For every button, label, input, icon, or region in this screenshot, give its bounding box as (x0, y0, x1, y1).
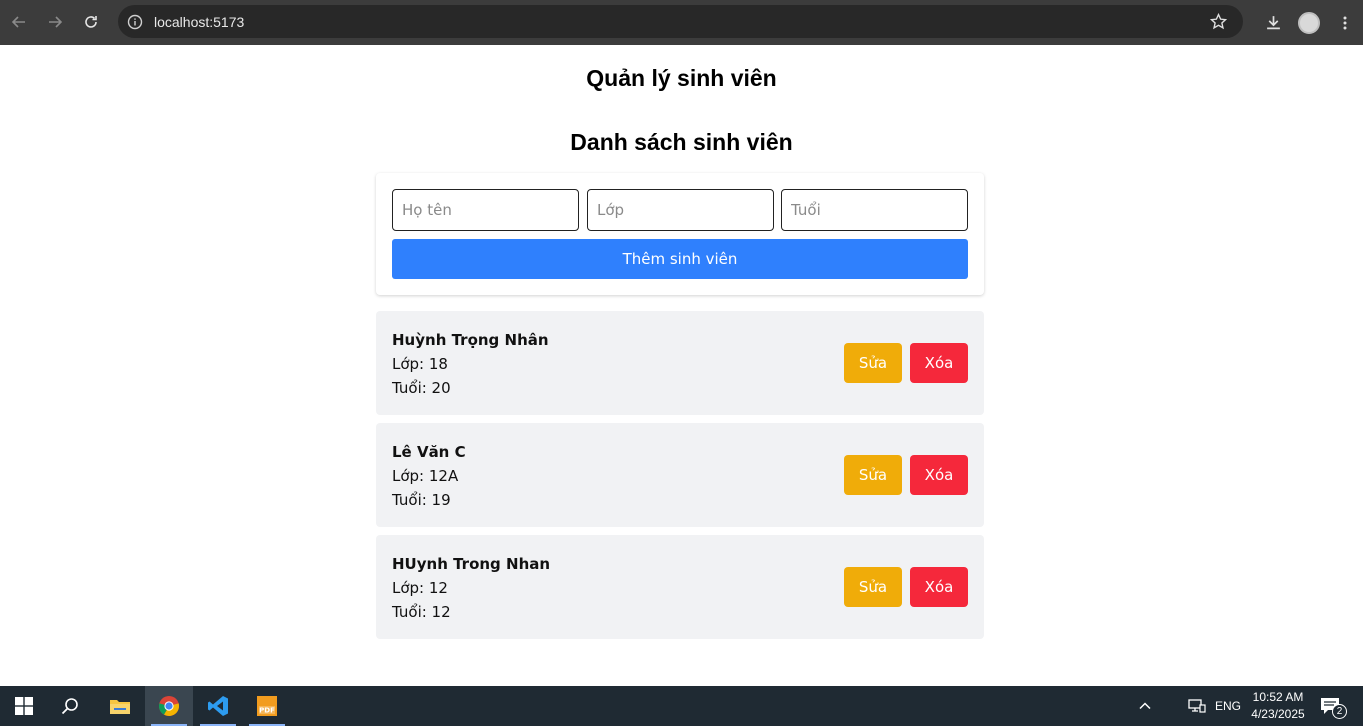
more-vertical-icon (1343, 16, 1347, 29)
edit-button[interactable]: Sửa (844, 567, 902, 607)
arrow-left-icon (11, 16, 25, 28)
pdf-app-taskbar-button[interactable]: PDF (243, 686, 291, 726)
avatar (1298, 11, 1320, 34)
bookmark-star-icon[interactable] (1210, 13, 1227, 30)
clock-time: 10:52 AM (1252, 690, 1304, 704)
site-info-icon[interactable] (127, 14, 143, 30)
chrome-icon (158, 696, 180, 717)
student-age: Tuổi: 20 (392, 379, 451, 397)
network-button[interactable] (1188, 686, 1206, 726)
student-class: Lớp: 18 (392, 355, 448, 373)
student-card: Lê Văn C Lớp: 12A Tuổi: 19 Sửa Xóa (376, 423, 984, 527)
student-age: Tuổi: 19 (392, 491, 451, 509)
toolbar-right (1255, 0, 1363, 45)
vscode-taskbar-button[interactable] (194, 686, 242, 726)
delete-button[interactable]: Xóa (910, 567, 968, 607)
download-icon (1266, 16, 1280, 30)
student-name: HUynh Trong Nhan (392, 555, 551, 573)
show-hidden-icons-button[interactable] (1138, 686, 1152, 726)
student-name: Huỳnh Trọng Nhân (392, 331, 549, 349)
start-button[interactable] (0, 686, 48, 726)
clock-date: 4/23/2025 (1251, 707, 1305, 721)
browser-toolbar: localhost:5173 (0, 0, 1363, 45)
notifications-button[interactable]: 2 (1320, 686, 1347, 726)
edit-button[interactable]: Sửa (844, 455, 902, 495)
student-card: Huỳnh Trọng Nhân Lớp: 18 Tuổi: 20 Sửa Xó… (376, 311, 984, 415)
back-button[interactable] (1, 4, 37, 40)
chrome-taskbar-button[interactable] (145, 686, 193, 726)
student-class: Lớp: 12A (392, 467, 459, 485)
file-explorer-button[interactable] (96, 686, 144, 726)
age-input[interactable] (781, 189, 968, 231)
clock[interactable]: 10:52 AM 4/23/2025 (1250, 689, 1306, 723)
language-indicator[interactable]: ENG (1215, 686, 1241, 726)
forward-button[interactable] (37, 4, 73, 40)
student-class: Lớp: 12 (392, 579, 448, 597)
downloads-button[interactable] (1255, 5, 1291, 41)
delete-button[interactable]: Xóa (910, 455, 968, 495)
student-card: HUynh Trong Nhan Lớp: 12 Tuổi: 12 Sửa Xó… (376, 535, 984, 639)
windows-icon (15, 697, 33, 715)
vscode-icon (208, 696, 228, 716)
class-input[interactable] (587, 189, 774, 231)
student-name: Lê Văn C (392, 443, 466, 461)
address-bar[interactable]: localhost:5173 (118, 5, 1243, 38)
page-content: Quản lý sinh viên Danh sách sinh viên Th… (0, 45, 1363, 686)
pdf-icon: PDF (257, 696, 277, 716)
add-student-button[interactable]: Thêm sinh viên (392, 239, 968, 279)
search-icon (61, 698, 78, 715)
reload-button[interactable] (73, 4, 109, 40)
list-title: Danh sách sinh viên (570, 129, 793, 155)
edit-button[interactable]: Sửa (844, 343, 902, 383)
chevron-up-icon (1139, 702, 1151, 710)
app-title: Quản lý sinh viên (586, 65, 777, 91)
student-age: Tuổi: 12 (392, 603, 451, 621)
network-icon (1188, 699, 1206, 713)
menu-button[interactable] (1327, 5, 1363, 41)
url-text[interactable]: localhost:5173 (154, 14, 244, 30)
delete-button[interactable]: Xóa (910, 343, 968, 383)
profile-button[interactable] (1291, 5, 1327, 41)
svg-text:PDF: PDF (259, 707, 275, 715)
reload-icon (85, 16, 97, 28)
arrow-right-icon (49, 16, 63, 28)
notification-count-badge: 2 (1332, 704, 1347, 719)
search-button[interactable] (46, 686, 94, 726)
folder-icon (110, 700, 130, 714)
add-student-form: Thêm sinh viên (376, 173, 984, 295)
name-input[interactable] (392, 189, 579, 231)
taskbar: PDF ENG 10:52 AM 4/23/2025 2 (0, 686, 1363, 726)
